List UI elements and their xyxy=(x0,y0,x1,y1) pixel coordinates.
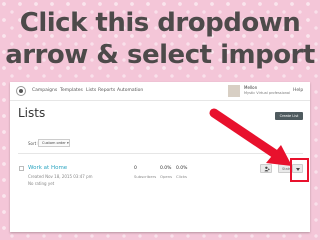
red-pointer-arrow xyxy=(209,108,292,166)
arrow-shaft xyxy=(209,108,286,163)
dropdown-highlight-box xyxy=(290,158,309,182)
